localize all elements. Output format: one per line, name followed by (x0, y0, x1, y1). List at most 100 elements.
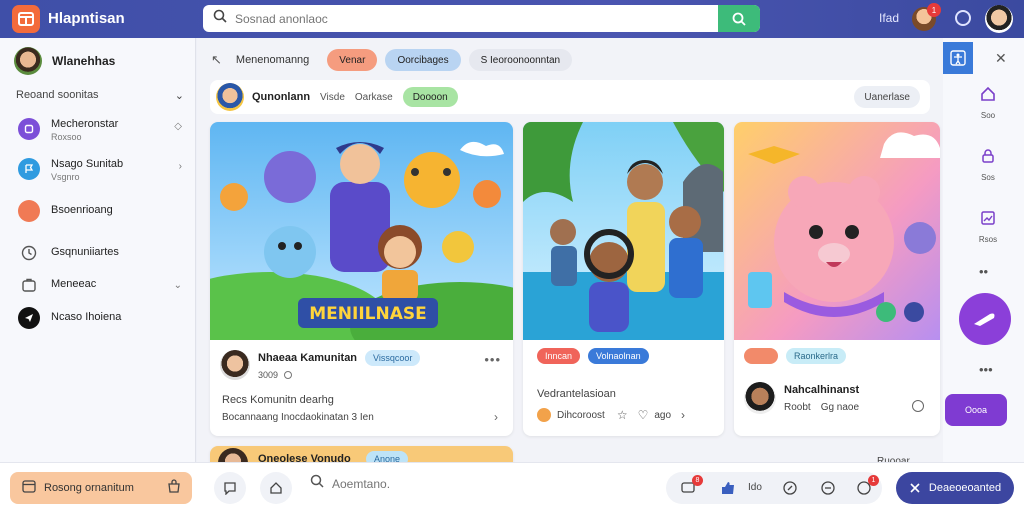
rail-label: Rsos (978, 235, 998, 244)
home-icon (980, 86, 996, 106)
author-avatar[interactable] (220, 350, 250, 380)
search-bar[interactable] (203, 5, 760, 32)
sidebar-item-5[interactable]: Meneeac ⌄ (18, 274, 188, 296)
circle-arrow-icon[interactable] (782, 480, 798, 496)
filter-bar: ↖ Menenomanng Venar Oorcibages S Ieoroon… (197, 44, 573, 76)
rail-top: ✕ (943, 42, 1024, 74)
chevron-down-icon: ⌄ (173, 280, 182, 291)
left-sidebar: Wlanehhas Reoand soonitas ⌄ Mecheronstar… (0, 38, 196, 462)
rail-item-1[interactable]: Soo (973, 86, 1003, 120)
author-name[interactable]: Nhaeaa Kamunitan (258, 352, 357, 364)
globe-icon (284, 371, 293, 379)
reaction-icon[interactable] (537, 408, 551, 422)
card-tag-2[interactable]: Volnaolnan (588, 348, 649, 364)
user-avatar (14, 47, 42, 75)
card-badge[interactable] (744, 348, 778, 364)
cross-icon (910, 483, 920, 493)
send-icon (18, 307, 40, 329)
cta-label: Deaeoeoanted (928, 482, 1002, 494)
top-label[interactable]: Ifad (879, 11, 899, 25)
bottom-left-label: Rosong ornanitum (44, 482, 134, 494)
context-row: Qunonlann Visde Oarkase Doooon Uanerlase (210, 80, 930, 114)
card-text: Vedrantelasioan (537, 388, 616, 400)
lock-icon (980, 149, 996, 168)
chevron-right-icon[interactable]: › (681, 408, 685, 422)
rail-action-button[interactable]: Oooa (945, 394, 1007, 426)
card-meta: Dihcoroost (557, 409, 605, 421)
bottom-search-input[interactable] (332, 476, 492, 491)
alert-badge: 1 (868, 475, 879, 486)
main-content: ↖ Menenomanng Venar Oorcibages S Ieoroon… (197, 38, 943, 468)
post-card-1[interactable]: MENIILNASE Nhaeaa Kamunitan Vissqcoor 30… (210, 122, 513, 436)
search-input[interactable] (235, 11, 715, 26)
post-date: 3009 (258, 370, 279, 380)
check-circle-icon[interactable] (912, 400, 924, 412)
sidebar-section-header[interactable]: Reoand soonitas ⌄ (16, 89, 184, 102)
author-name[interactable]: Nahcalhinanst (784, 384, 859, 396)
rail-label: Soo (980, 111, 996, 120)
app-logo-icon[interactable] (12, 5, 40, 33)
filter-chip-2[interactable]: Oorcibages (385, 49, 461, 71)
compose-button[interactable] (959, 293, 1011, 345)
star-icon[interactable]: ☆ (617, 408, 628, 422)
author-avatar[interactable] (744, 382, 776, 414)
more-icon[interactable]: •• (979, 264, 988, 279)
post-card-2[interactable]: Inncan Volnaolnan Vedrantelasioan Dihcor… (523, 122, 724, 436)
close-icon[interactable]: ✕ (995, 50, 1007, 67)
context-chip[interactable]: Doooon (402, 87, 458, 107)
thumbs-up-icon[interactable] (720, 480, 736, 496)
search-icon (310, 474, 324, 493)
bottom-search[interactable] (310, 474, 492, 493)
sidebar-item-1[interactable]: Mecheronstar Roxsoo ◇ (18, 118, 188, 142)
bag-icon[interactable] (168, 478, 180, 498)
filter-chip-1[interactable]: Venar (327, 49, 378, 71)
home-icon[interactable] (260, 472, 292, 504)
chat-icon[interactable] (214, 472, 246, 504)
context-button[interactable]: Uanerlase (854, 86, 920, 108)
flag-icon (18, 158, 40, 180)
action-label: Ido (748, 482, 762, 493)
bottom-cta-button[interactable]: Deaeoeoanted (896, 472, 1014, 504)
diamond-icon: ◇ (174, 121, 182, 132)
more-options-icon[interactable]: ••• (484, 352, 501, 367)
card-tag-1[interactable]: Raonkerlra (786, 348, 847, 364)
sidebar-item-4[interactable]: Gsqnuniiartes (18, 242, 188, 264)
circle-icon (18, 200, 40, 222)
sidebar-item-label: Gsqnuniiartes (51, 246, 119, 258)
heart-icon[interactable]: ♡ (638, 408, 649, 422)
sidebar-item-3[interactable]: Bsoenrioang (18, 200, 188, 222)
sidebar-item-label: Bsoenrioang (51, 204, 113, 216)
rail-item-2[interactable]: Sos (973, 148, 1003, 182)
help-icon[interactable] (955, 10, 971, 26)
author-tag[interactable]: Vissqcoor (365, 350, 421, 366)
rail-label: Sos (981, 173, 995, 182)
post-card-3[interactable]: Raonkerlra Nahcalhinanst Roobt Gg naoe (734, 122, 940, 436)
filter-chip-3[interactable]: S Ieoroonoonntan (468, 49, 573, 71)
search-icon (213, 9, 227, 28)
sidebar-user[interactable]: Wlanehhas (14, 47, 115, 75)
search-button[interactable] (718, 5, 760, 32)
context-name[interactable]: Qunonlann (252, 91, 310, 103)
sync-icon[interactable] (820, 480, 836, 496)
sidebar-item-2[interactable]: Nsago Sunitab Vsgnro › (18, 158, 188, 182)
message-badge: 8 (692, 475, 703, 486)
accessibility-icon[interactable] (943, 42, 973, 74)
context-avatar[interactable] (216, 83, 244, 111)
filter-label: Menenomanng (235, 54, 310, 66)
sidebar-item-6[interactable]: Ncaso Ihoiena (18, 307, 188, 329)
chevron-down-icon: ⌄ (174, 90, 184, 102)
sidebar-item-label: Mecheronstar (51, 118, 119, 130)
top-bar: Hlapntisan Ifad 1 (0, 0, 1024, 38)
card-footer: Raonkerlra Nahcalhinanst Roobt Gg naoe (734, 340, 940, 436)
sidebar-item-label: Nsago Sunitab (51, 158, 124, 170)
right-rail: ✕ Soo Sos Rsos •• ••• Oooa (943, 38, 1024, 462)
profile-avatar[interactable] (985, 5, 1013, 33)
pin-icon[interactable]: ↖ (211, 52, 222, 68)
rail-item-3[interactable]: Rsos (973, 210, 1003, 244)
card-tag-1[interactable]: Inncan (537, 348, 581, 364)
more-icon[interactable]: ••• (979, 362, 993, 377)
card-banner-text: MENIILNASE (309, 304, 426, 324)
chevron-right-icon[interactable]: › (494, 410, 499, 424)
card-footer: Nhaeaa Kamunitan Vissqcoor 3009 ••• Recs… (210, 340, 513, 436)
bottom-left-panel[interactable]: Rosong ornanitum (10, 472, 192, 504)
